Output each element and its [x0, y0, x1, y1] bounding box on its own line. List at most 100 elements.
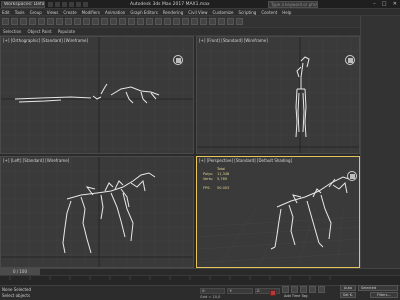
time-track[interactable] [0, 268, 400, 275]
scale-icon[interactable] [110, 18, 117, 25]
redo-tool-icon[interactable] [11, 18, 18, 25]
play-icon[interactable] [300, 286, 307, 293]
verts-label: Verts: [203, 177, 214, 181]
x-coordinate-field[interactable]: X: [200, 288, 226, 294]
quick-access-toolbar [48, 2, 108, 7]
viewport-label-front[interactable]: [+] [Front] [Standard] [Wireframe] [199, 38, 268, 43]
viewport-orthographic[interactable]: [+] [Orthographic] [Standard] [Wireframe… [0, 36, 194, 154]
front-grid [197, 37, 359, 153]
auto-key-button[interactable]: Auto [340, 285, 356, 291]
viewport-perspective[interactable]: [+] [Perspective] [Standard] [Default Sh… [196, 156, 360, 268]
app-title: Autodesk 3ds Max 2017 MAX1.max [130, 2, 210, 7]
selection-filter-icon[interactable] [47, 18, 54, 25]
trackbar[interactable] [0, 275, 400, 285]
render-setup-icon[interactable] [218, 18, 225, 25]
schematic-view-icon[interactable] [200, 18, 207, 25]
z-coordinate-field[interactable]: Z: [254, 288, 280, 294]
viewport-left[interactable]: [+] [Left] [Standard] [Wireframe] [0, 156, 194, 268]
menu-help[interactable]: Help [282, 10, 291, 15]
verts-value: 5,769 [217, 177, 228, 181]
horse-skeleton-top[interactable] [14, 83, 160, 104]
unlink-icon[interactable] [29, 18, 36, 25]
key-filter-dropdown[interactable]: Selected [358, 285, 398, 291]
material-editor-icon[interactable] [209, 18, 216, 25]
menu-civil-view[interactable]: Civil View [188, 10, 207, 15]
new-file-icon[interactable] [48, 2, 53, 7]
angle-snap-icon[interactable] [146, 18, 153, 25]
percent-snap-icon[interactable] [155, 18, 162, 25]
rectangle-selection-icon[interactable] [74, 18, 81, 25]
move-icon[interactable] [92, 18, 99, 25]
time-slider[interactable]: 0 / 100 [0, 268, 40, 275]
tab-object-paint[interactable]: Object Paint [27, 29, 51, 34]
grid-size: Grid = 10,0 [200, 295, 221, 299]
menu-modifiers[interactable]: Modifiers [82, 10, 100, 15]
select-by-name-icon[interactable] [65, 18, 72, 25]
workspace-dropdown[interactable]: Workspaces: Default [1, 1, 45, 8]
key-icon[interactable] [270, 290, 276, 296]
viewport-label-orthographic[interactable]: [+] [Orthographic] [Standard] [Wireframe… [3, 38, 88, 43]
horse-skeleton-perspective[interactable] [270, 176, 350, 250]
main-toolbar [0, 16, 400, 28]
menu-views[interactable]: Views [47, 10, 59, 15]
layer-explorer-icon[interactable] [182, 18, 189, 25]
rendered-frame-window-icon[interactable] [227, 18, 234, 25]
snaps-toggle-icon[interactable] [137, 18, 144, 25]
ribbon-tabs: Selection Object Paint Populate [0, 28, 400, 36]
menu-create[interactable]: Create [63, 10, 76, 15]
left-grid [1, 157, 193, 267]
undo-tool-icon[interactable] [2, 18, 9, 25]
viewport-statistics: Total Polys: 11,348 Verts: 5,769 FPS: 50.00… [203, 167, 229, 191]
open-file-icon[interactable] [55, 2, 60, 7]
save-file-icon[interactable] [62, 2, 67, 7]
menu-scripting[interactable]: Scripting [239, 10, 257, 15]
select-object-icon[interactable] [56, 18, 63, 25]
menu-rendering[interactable]: Rendering [163, 10, 183, 15]
bind-space-warp-icon[interactable] [38, 18, 45, 25]
pivot-point-icon[interactable] [128, 18, 135, 25]
menu-animation[interactable]: Animation [105, 10, 125, 15]
project-folder-icon[interactable] [83, 2, 88, 7]
viewport-label-left[interactable]: [+] [Left] [Standard] [Wireframe] [3, 158, 69, 163]
maximize-button[interactable]: □ [382, 1, 387, 8]
menu-content[interactable]: Content [261, 10, 277, 15]
viewport-label-perspective[interactable]: [+] [Perspective] [Standard] [Default Sh… [199, 158, 292, 163]
rotate-icon[interactable] [101, 18, 108, 25]
reference-coordinate-icon[interactable] [119, 18, 126, 25]
viewcube-icon[interactable] [173, 55, 183, 65]
y-coordinate-field[interactable]: Y: [227, 288, 253, 294]
minimize-button[interactable]: – [373, 1, 376, 8]
previous-frame-icon[interactable] [291, 286, 298, 293]
tab-populate[interactable]: Populate [58, 29, 75, 34]
menu-tools[interactable]: Tools [15, 10, 25, 15]
horse-skeleton-front[interactable] [295, 56, 310, 138]
align-icon[interactable] [173, 18, 180, 25]
fps-label: FPS: [203, 186, 211, 190]
window-crossing-icon[interactable] [83, 18, 90, 25]
goto-start-icon[interactable] [282, 286, 289, 293]
link-icon[interactable] [20, 18, 27, 25]
menu-customize[interactable]: Customize [213, 10, 234, 15]
next-frame-icon[interactable] [309, 286, 316, 293]
command-panel[interactable] [360, 16, 400, 268]
goto-end-icon[interactable] [318, 286, 325, 293]
tab-selection[interactable]: Selection [3, 29, 21, 34]
redo-icon[interactable] [76, 2, 81, 7]
menu-bar: Edit Tools Group Views Create Modifiers … [0, 9, 400, 16]
undo-icon[interactable] [69, 2, 74, 7]
viewcube-icon[interactable] [347, 171, 357, 181]
mirror-icon[interactable] [164, 18, 171, 25]
window-controls: – □ ✕ [370, 1, 400, 8]
key-filters-button[interactable]: Filters... [370, 292, 398, 298]
menu-group[interactable]: Group [30, 10, 42, 15]
menu-edit[interactable]: Edit [2, 10, 10, 15]
orthographic-grid [1, 37, 193, 153]
curve-editor-icon[interactable] [191, 18, 198, 25]
close-button[interactable]: ✕ [393, 1, 397, 8]
search-input[interactable]: Type a keyword or phrase [268, 1, 318, 8]
viewport-front[interactable]: [+] [Front] [Standard] [Wireframe] [196, 36, 360, 154]
render-production-icon[interactable] [236, 18, 243, 25]
menu-graph-editors[interactable]: Graph Editors [130, 10, 157, 15]
viewcube-icon[interactable] [345, 55, 355, 65]
set-key-button[interactable]: Set K. [340, 292, 356, 298]
